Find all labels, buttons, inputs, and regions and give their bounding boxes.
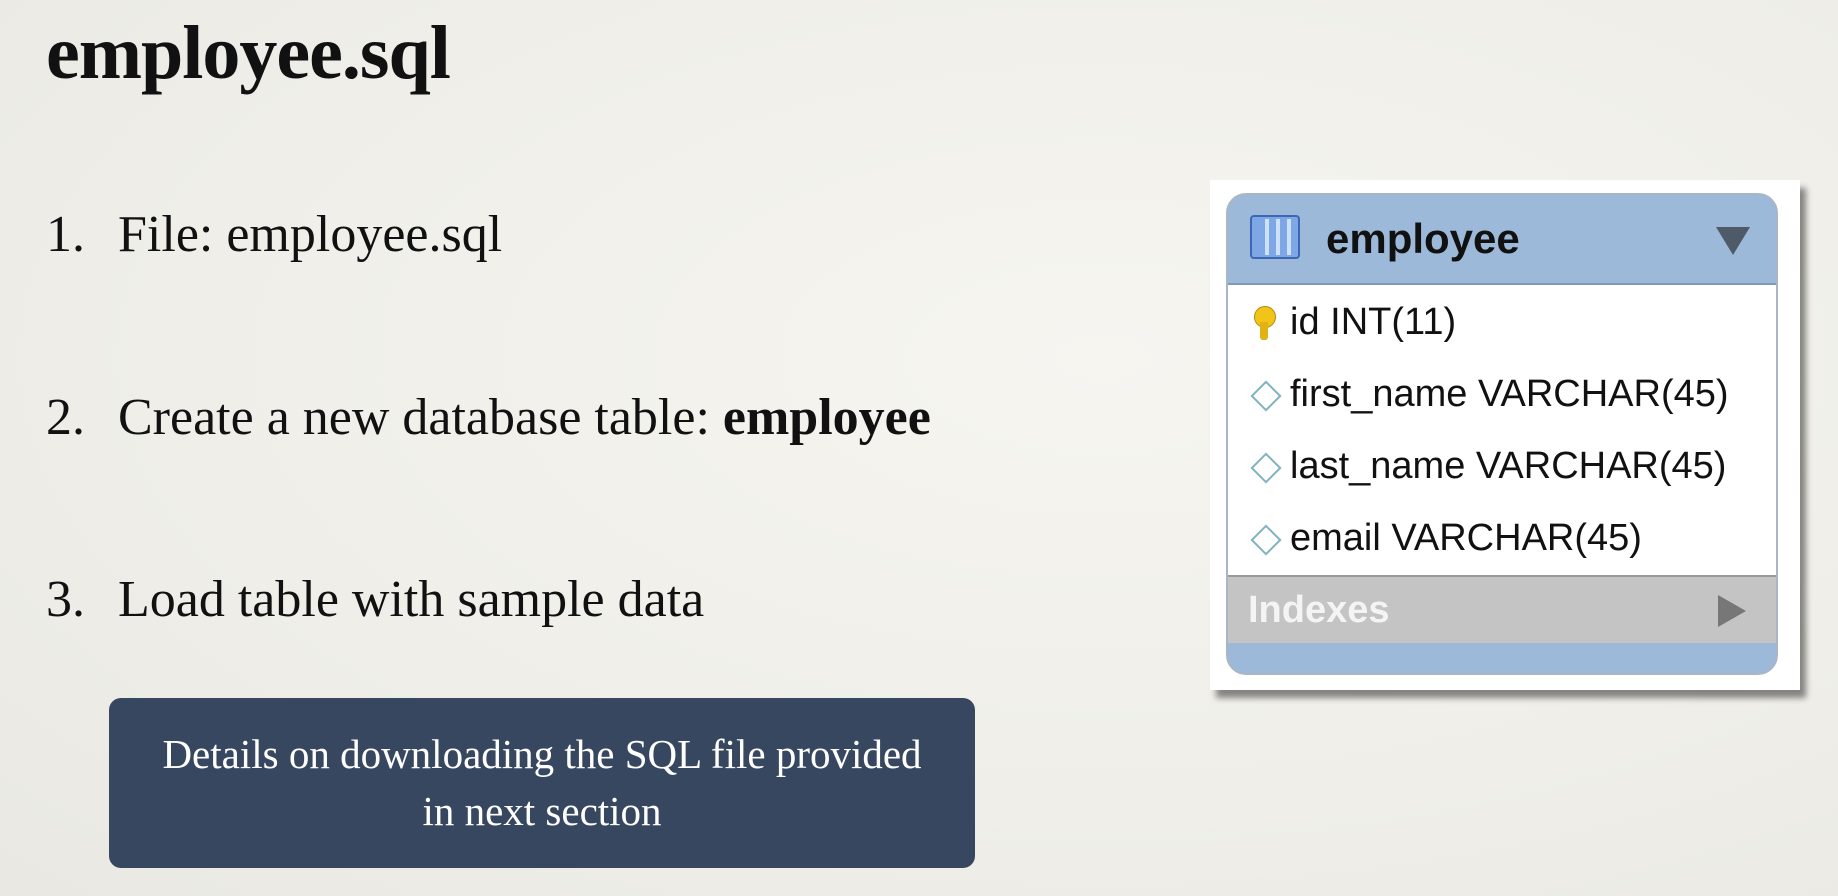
er-diagram-card: employee id INT(11) first_name VARCHAR(4… <box>1210 180 1800 690</box>
er-table-name: employee <box>1326 215 1520 262</box>
step-text: Create a new database table: <box>118 389 723 446</box>
er-column-text: id INT(11) <box>1290 300 1457 343</box>
er-indexes-section[interactable]: Indexes <box>1228 575 1776 643</box>
er-column-row[interactable]: last_name VARCHAR(45) <box>1228 429 1776 503</box>
primary-key-icon <box>1250 302 1280 342</box>
collapse-triangle-icon[interactable] <box>1716 227 1750 255</box>
er-column-row[interactable]: first_name VARCHAR(45) <box>1228 357 1776 431</box>
slide-title: employee.sql <box>46 11 451 95</box>
step-number: 3. <box>46 571 85 628</box>
er-column-text: email VARCHAR(45) <box>1290 516 1642 559</box>
er-table[interactable]: employee id INT(11) first_name VARCHAR(4… <box>1226 193 1778 675</box>
er-table-footer <box>1228 643 1776 673</box>
er-column-text: last_name VARCHAR(45) <box>1290 444 1727 487</box>
step-item: 2. Create a new database table: employee <box>46 388 931 447</box>
step-text-bold: employee <box>722 389 931 446</box>
step-text: Load table with sample data <box>118 571 705 628</box>
diamond-icon <box>1250 446 1280 486</box>
er-column-text: first_name VARCHAR(45) <box>1290 372 1729 415</box>
er-column-list: id INT(11) first_name VARCHAR(45) last_n… <box>1228 285 1776 575</box>
step-item: 1. File: employee.sql <box>46 205 502 264</box>
diamond-icon <box>1250 374 1280 414</box>
er-table-header[interactable]: employee <box>1228 195 1776 285</box>
note-box: Details on downloading the SQL file prov… <box>109 698 975 868</box>
er-column-row[interactable]: email VARCHAR(45) <box>1228 501 1776 575</box>
diamond-icon <box>1250 518 1280 558</box>
note-text: Details on downloading the SQL file prov… <box>162 731 922 834</box>
step-item: 3. Load table with sample data <box>46 570 704 629</box>
expand-arrow-icon[interactable] <box>1718 595 1746 627</box>
table-icon <box>1250 215 1300 259</box>
step-number: 2. <box>46 389 85 446</box>
step-number: 1. <box>46 206 85 263</box>
indexes-label: Indexes <box>1248 589 1390 631</box>
step-text: File: employee.sql <box>118 206 503 263</box>
er-column-row[interactable]: id INT(11) <box>1228 285 1776 359</box>
